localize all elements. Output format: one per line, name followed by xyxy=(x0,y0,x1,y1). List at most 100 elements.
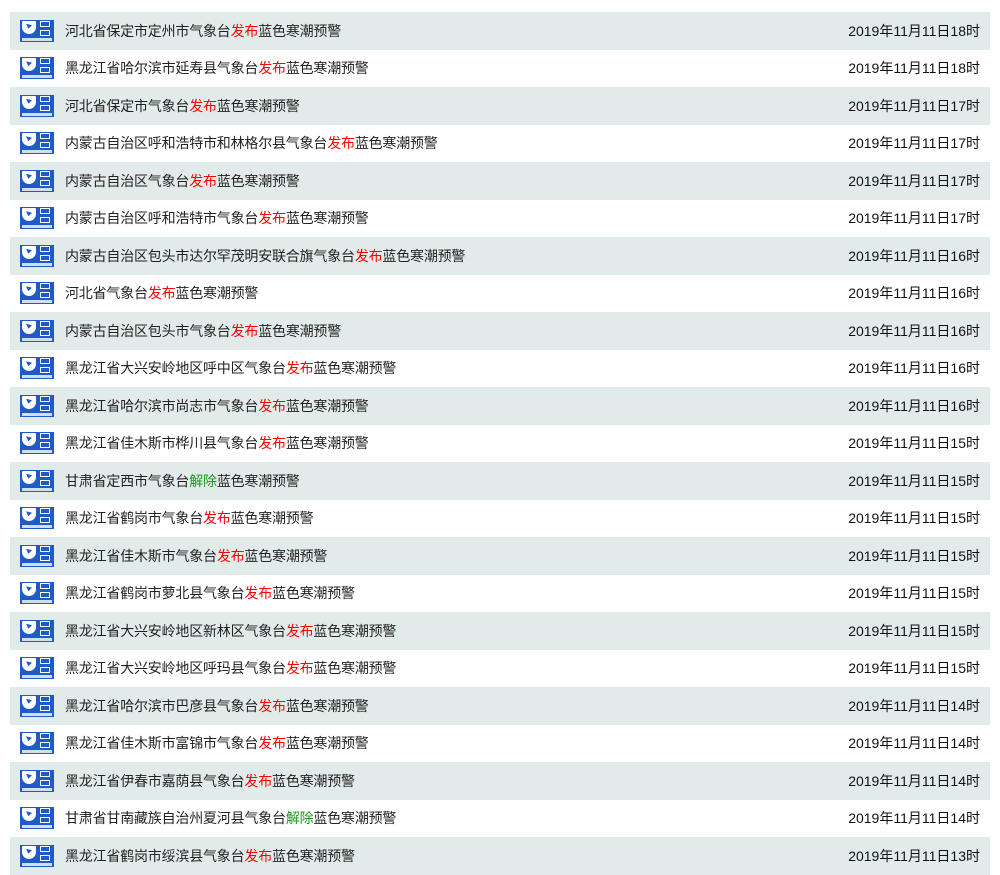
warning-type: 蓝色寒潮预警 xyxy=(175,285,259,302)
warning-action: 发布 xyxy=(285,622,314,639)
warning-issuer: 黑龙江省大兴安岭地区新林区气象台 xyxy=(65,622,286,639)
warning-row[interactable]: 内蒙古自治区包头市气象台发布蓝色寒潮预警 2019年11月11日16时 xyxy=(10,312,990,350)
cold-wave-blue-warning-icon xyxy=(20,207,54,230)
warning-time: 2019年11月11日14时 xyxy=(848,810,980,827)
warning-type: 蓝色寒潮预警 xyxy=(230,510,314,527)
warning-row[interactable]: 甘肃省定西市气象台解除蓝色寒潮预警 2019年11月11日15时 xyxy=(10,462,990,500)
warning-time: 2019年11月11日14时 xyxy=(848,735,980,752)
warning-row[interactable]: 黑龙江省大兴安岭地区呼玛县气象台发布蓝色寒潮预警 2019年11月11日15时 xyxy=(10,649,990,687)
warning-row[interactable]: 内蒙古自治区气象台发布蓝色寒潮预警 2019年11月11日17时 xyxy=(10,162,990,200)
cold-wave-blue-warning-icon xyxy=(20,732,54,755)
warning-type: 蓝色寒潮预警 xyxy=(216,97,300,114)
warning-action: 发布 xyxy=(203,510,231,527)
warning-title-link[interactable]: 黑龙江省哈尔滨市巴彦县气象台发布蓝色寒潮预警 xyxy=(65,696,369,716)
warning-title-link[interactable]: 河北省保定市气象台发布蓝色寒潮预警 xyxy=(65,96,300,116)
warning-title-link[interactable]: 甘肃省定西市气象台解除蓝色寒潮预警 xyxy=(65,471,300,491)
cold-wave-blue-warning-icon xyxy=(20,132,54,155)
cold-wave-blue-warning-icon xyxy=(20,469,54,492)
warning-time: 2019年11月11日15时 xyxy=(848,510,980,527)
cold-wave-blue-warning-icon xyxy=(20,169,54,192)
cold-wave-blue-warning-icon xyxy=(20,769,54,792)
cold-wave-blue-warning-icon xyxy=(20,657,54,680)
cold-wave-blue-warning-icon xyxy=(20,694,54,717)
warning-row[interactable]: 黑龙江省佳木斯市富锦市气象台发布蓝色寒潮预警 2019年11月11日14时 xyxy=(10,724,990,762)
warning-time: 2019年11月11日18时 xyxy=(848,60,980,77)
warning-row[interactable]: 黑龙江省鹤岗市气象台发布蓝色寒潮预警 2019年11月11日15时 xyxy=(10,499,990,537)
warning-type: 蓝色寒潮预警 xyxy=(313,810,397,827)
warning-title-link[interactable]: 黑龙江省鹤岗市绥滨县气象台发布蓝色寒潮预警 xyxy=(65,846,355,866)
warning-row[interactable]: 黑龙江省佳木斯市桦川县气象台发布蓝色寒潮预警 2019年11月11日15时 xyxy=(10,424,990,462)
warning-action: 发布 xyxy=(189,172,217,189)
warning-type: 蓝色寒潮预警 xyxy=(272,847,355,864)
warning-type: 蓝色寒潮预警 xyxy=(216,172,300,189)
warning-row[interactable]: 黑龙江省哈尔滨市巴彦县气象台发布蓝色寒潮预警 2019年11月11日14时 xyxy=(10,687,990,725)
warning-issuer: 黑龙江省鹤岗市气象台 xyxy=(65,510,203,527)
warning-action: 发布 xyxy=(258,735,286,752)
warning-action: 解除 xyxy=(189,472,217,489)
warning-action: 发布 xyxy=(258,397,286,414)
warning-title-link[interactable]: 黑龙江省佳木斯市气象台发布蓝色寒潮预警 xyxy=(65,546,327,566)
cold-wave-blue-warning-icon xyxy=(20,19,54,42)
warning-row[interactable]: 黑龙江省哈尔滨市延寿县气象台发布蓝色寒潮预警 2019年11月11日18时 xyxy=(10,49,990,87)
warning-action: 发布 xyxy=(258,60,286,77)
warning-row[interactable]: 黑龙江省鹤岗市萝北县气象台发布蓝色寒潮预警 2019年11月11日15时 xyxy=(10,574,990,612)
warning-time: 2019年11月11日16时 xyxy=(848,285,980,302)
warning-row[interactable]: 黑龙江省佳木斯市气象台发布蓝色寒潮预警 2019年11月11日15时 xyxy=(10,537,990,575)
warning-action: 发布 xyxy=(230,322,259,339)
warning-title-link[interactable]: 内蒙古自治区气象台发布蓝色寒潮预警 xyxy=(65,171,300,191)
cold-wave-blue-warning-icon xyxy=(20,282,54,305)
warning-row[interactable]: 内蒙古自治区包头市达尔罕茂明安联合旗气象台发布蓝色寒潮预警 2019年11月11日… xyxy=(10,237,990,275)
warning-title-link[interactable]: 黑龙江省佳木斯市桦川县气象台发布蓝色寒潮预警 xyxy=(65,433,369,453)
warning-time: 2019年11月11日14时 xyxy=(848,697,980,714)
warning-type: 蓝色寒潮预警 xyxy=(285,735,369,752)
warning-row[interactable]: 甘肃省甘南藏族自治州夏河县气象台解除蓝色寒潮预警 2019年11月11日14时 xyxy=(10,799,990,837)
cold-wave-blue-warning-icon xyxy=(20,807,54,830)
warning-issuer: 黑龙江省哈尔滨市巴彦县气象台 xyxy=(65,697,259,714)
warning-row[interactable]: 内蒙古自治区呼和浩特市和林格尔县气象台发布蓝色寒潮预警 2019年11月11日17… xyxy=(10,124,990,162)
warning-row[interactable]: 内蒙古自治区呼和浩特市气象台发布蓝色寒潮预警 2019年11月11日17时 xyxy=(10,199,990,237)
warning-row[interactable]: 黑龙江省大兴安岭地区呼中区气象台发布蓝色寒潮预警 2019年11月11日16时 xyxy=(10,349,990,387)
warning-title-link[interactable]: 黑龙江省大兴安岭地区呼玛县气象台发布蓝色寒潮预警 xyxy=(65,658,396,678)
warning-action: 发布 xyxy=(258,210,286,227)
warning-title-link[interactable]: 内蒙古自治区包头市达尔罕茂明安联合旗气象台发布蓝色寒潮预警 xyxy=(65,246,465,266)
warning-time: 2019年11月11日16时 xyxy=(848,247,980,264)
warning-time: 2019年11月11日15时 xyxy=(848,660,980,677)
warning-row[interactable]: 黑龙江省大兴安岭地区新林区气象台发布蓝色寒潮预警 2019年11月11日15时 xyxy=(10,612,990,650)
cold-wave-blue-warning-icon xyxy=(20,319,54,342)
warning-time: 2019年11月11日16时 xyxy=(848,360,980,377)
warning-row[interactable]: 河北省保定市定州市气象台发布蓝色寒潮预警 2019年11月11日18时 xyxy=(10,12,990,50)
warning-row[interactable]: 黑龙江省伊春市嘉荫县气象台发布蓝色寒潮预警 2019年11月11日14时 xyxy=(10,762,990,800)
warning-issuer: 黑龙江省鹤岗市绥滨县气象台 xyxy=(65,847,245,864)
warning-title-link[interactable]: 黑龙江省大兴安岭地区呼中区气象台发布蓝色寒潮预警 xyxy=(65,358,396,378)
warning-row[interactable]: 黑龙江省鹤岗市绥滨县气象台发布蓝色寒潮预警 2019年11月11日13时 xyxy=(10,837,990,875)
warning-issuer: 黑龙江省哈尔滨市尚志市气象台 xyxy=(65,397,259,414)
warning-type: 蓝色寒潮预警 xyxy=(313,360,397,377)
warning-title-link[interactable]: 黑龙江省鹤岗市气象台发布蓝色寒潮预警 xyxy=(65,508,314,528)
warning-title-link[interactable]: 河北省保定市定州市气象台发布蓝色寒潮预警 xyxy=(65,21,341,41)
warning-issuer: 黑龙江省佳木斯市气象台 xyxy=(65,547,217,564)
warning-title-link[interactable]: 黑龙江省鹤岗市萝北县气象台发布蓝色寒潮预警 xyxy=(65,583,355,603)
warning-issuer: 黑龙江省伊春市嘉荫县气象台 xyxy=(65,772,245,789)
warning-action: 发布 xyxy=(244,772,273,789)
warning-title-link[interactable]: 内蒙古自治区呼和浩特市和林格尔县气象台发布蓝色寒潮预警 xyxy=(65,133,438,153)
warning-time: 2019年11月11日17时 xyxy=(848,172,980,189)
warning-type: 蓝色寒潮预警 xyxy=(258,22,342,39)
warning-title-link[interactable]: 甘肃省甘南藏族自治州夏河县气象台解除蓝色寒潮预警 xyxy=(65,808,396,828)
warning-title-link[interactable]: 黑龙江省佳木斯市富锦市气象台发布蓝色寒潮预警 xyxy=(65,733,369,753)
warning-row[interactable]: 河北省气象台发布蓝色寒潮预警 2019年11月11日16时 xyxy=(10,274,990,312)
warning-title-link[interactable]: 黑龙江省大兴安岭地区新林区气象台发布蓝色寒潮预警 xyxy=(65,621,396,641)
warning-title-link[interactable]: 黑龙江省哈尔滨市尚志市气象台发布蓝色寒潮预警 xyxy=(65,396,369,416)
warning-row[interactable]: 黑龙江省哈尔滨市尚志市气象台发布蓝色寒潮预警 2019年11月11日16时 xyxy=(10,387,990,425)
warning-title-link[interactable]: 黑龙江省哈尔滨市延寿县气象台发布蓝色寒潮预警 xyxy=(65,58,369,78)
warning-title-link[interactable]: 黑龙江省伊春市嘉荫县气象台发布蓝色寒潮预警 xyxy=(65,771,355,791)
warning-title-link[interactable]: 河北省气象台发布蓝色寒潮预警 xyxy=(65,283,258,303)
warning-action: 发布 xyxy=(216,547,245,564)
warning-title-link[interactable]: 内蒙古自治区包头市气象台发布蓝色寒潮预警 xyxy=(65,321,341,341)
warning-title-link[interactable]: 内蒙古自治区呼和浩特市气象台发布蓝色寒潮预警 xyxy=(65,208,369,228)
warning-time: 2019年11月11日17时 xyxy=(848,97,980,114)
warning-issuer: 内蒙古自治区包头市气象台 xyxy=(65,322,231,339)
warning-type: 蓝色寒潮预警 xyxy=(216,472,300,489)
cold-wave-blue-warning-icon xyxy=(20,57,54,80)
warning-row[interactable]: 河北省保定市气象台发布蓝色寒潮预警 2019年11月11日17时 xyxy=(10,87,990,125)
warning-type: 蓝色寒潮预警 xyxy=(272,772,355,789)
